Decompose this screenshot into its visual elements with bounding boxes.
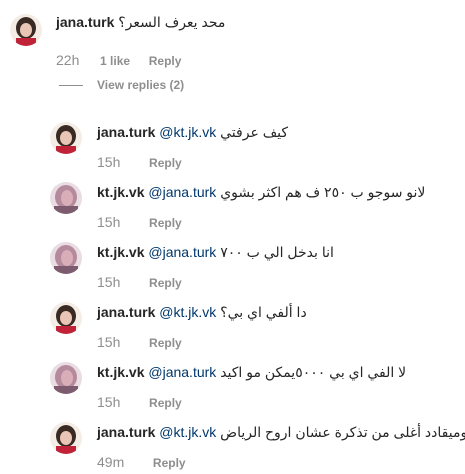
reply-comment: jana.turk @kt.jk.vk اوميقادد أغلى من تذك…	[0, 412, 465, 472]
reply-time[interactable]: 15h	[97, 394, 120, 410]
reply-username[interactable]: kt.jk.vk	[97, 244, 144, 260]
avatar-jana-image	[50, 302, 82, 334]
avatar[interactable]	[50, 422, 82, 454]
like-count[interactable]: 1 like	[100, 54, 130, 68]
reply-text: كيف عرفتي	[220, 124, 289, 140]
reply-text: دا ألفي اي بي؟	[220, 304, 307, 320]
comment-username[interactable]: jana.turk	[56, 14, 114, 30]
reply-meta: 15h Reply	[97, 274, 182, 291]
reply-mention[interactable]: @jana.turk	[148, 244, 216, 260]
reply-button[interactable]: Reply	[149, 54, 182, 68]
reply-mention[interactable]: @jana.turk	[148, 364, 216, 380]
avatar-kt-image	[50, 242, 82, 274]
reply-mention[interactable]: @kt.jk.vk	[159, 304, 216, 320]
reply-meta: 15h Reply	[97, 334, 182, 351]
reply-line: kt.jk.vk @jana.turk لانو سوجو ب ٢٥٠ ف هم…	[97, 182, 425, 202]
reply-comment: kt.jk.vk @jana.turk لا الفي اي بي ٥٠٠٠يم…	[0, 352, 465, 412]
avatar[interactable]	[50, 362, 82, 394]
comment-line: jana.turk محد يعرف السعر؟	[56, 12, 225, 32]
reply-comment: jana.turk @kt.jk.vk دا ألفي اي بي؟ 15h R…	[0, 292, 465, 352]
reply-username[interactable]: jana.turk	[97, 124, 155, 140]
reply-line: jana.turk @kt.jk.vk دا ألفي اي بي؟	[97, 302, 307, 322]
reply-time[interactable]: 15h	[97, 214, 120, 230]
reply-text: انا بدخل الي ب ٧٠٠	[220, 244, 334, 260]
reply-time[interactable]: 15h	[97, 154, 120, 170]
reply-comment: kt.jk.vk @jana.turk انا بدخل الي ب ٧٠٠ 1…	[0, 232, 465, 292]
avatar[interactable]	[50, 122, 82, 154]
reply-button[interactable]: Reply	[153, 456, 186, 470]
reply-username[interactable]: jana.turk	[97, 304, 155, 320]
avatar[interactable]	[10, 14, 42, 46]
reply-username[interactable]: kt.jk.vk	[97, 364, 144, 380]
comment-text: محد يعرف السعر؟	[118, 14, 226, 30]
view-replies-button[interactable]: View replies (2)	[59, 76, 219, 96]
reply-button[interactable]: Reply	[149, 276, 182, 290]
reply-comment: kt.jk.vk @jana.turk لانو سوجو ب ٢٥٠ ف هم…	[0, 172, 465, 232]
reply-meta: 15h Reply	[97, 214, 182, 231]
avatar-kt-image	[50, 182, 82, 214]
reply-button[interactable]: Reply	[149, 216, 182, 230]
reply-comment: jana.turk @kt.jk.vk كيف عرفتي 15h Reply	[0, 112, 465, 172]
reply-text: لانو سوجو ب ٢٥٠ ف هم اكثر بشوي	[220, 184, 426, 200]
avatar-kt-image	[50, 362, 82, 394]
reply-button[interactable]: Reply	[149, 156, 182, 170]
reply-mention[interactable]: @kt.jk.vk	[159, 124, 216, 140]
comment-meta: 22h 1 like Reply	[56, 52, 181, 69]
view-replies-divider	[59, 85, 83, 86]
comment-time[interactable]: 22h	[56, 52, 79, 68]
reply-line: kt.jk.vk @jana.turk لا الفي اي بي ٥٠٠٠يم…	[97, 362, 406, 382]
reply-button[interactable]: Reply	[149, 396, 182, 410]
reply-meta: 49m Reply	[97, 454, 186, 471]
reply-time[interactable]: 49m	[97, 454, 124, 470]
reply-text: لا الفي اي بي ٥٠٠٠يمكن مو اكيد	[220, 364, 407, 380]
reply-time[interactable]: 15h	[97, 334, 120, 350]
reply-text: اوميقادد أغلى من تذكرة عشان اروح الرياض	[220, 424, 465, 440]
reply-mention[interactable]: @jana.turk	[148, 184, 216, 200]
view-replies-label: View replies (2)	[97, 78, 185, 92]
reply-meta: 15h Reply	[97, 394, 182, 411]
reply-meta: 15h Reply	[97, 154, 182, 171]
top-comment: jana.turk محد يعرف السعر؟ 22h 1 like Rep…	[0, 0, 465, 100]
reply-username[interactable]: kt.jk.vk	[97, 184, 144, 200]
reply-line: jana.turk @kt.jk.vk اوميقادد أغلى من تذك…	[97, 422, 465, 442]
avatar[interactable]	[50, 242, 82, 274]
reply-time[interactable]: 15h	[97, 274, 120, 290]
avatar[interactable]	[50, 302, 82, 334]
avatar-jana-image	[50, 122, 82, 154]
reply-line: kt.jk.vk @jana.turk انا بدخل الي ب ٧٠٠	[97, 242, 334, 262]
avatar[interactable]	[50, 182, 82, 214]
reply-button[interactable]: Reply	[149, 336, 182, 350]
reply-line: jana.turk @kt.jk.vk كيف عرفتي	[97, 122, 288, 142]
reply-mention[interactable]: @kt.jk.vk	[159, 424, 216, 440]
avatar-jana-image	[50, 422, 82, 454]
reply-username[interactable]: jana.turk	[97, 424, 155, 440]
avatar-jana-image	[10, 14, 42, 46]
